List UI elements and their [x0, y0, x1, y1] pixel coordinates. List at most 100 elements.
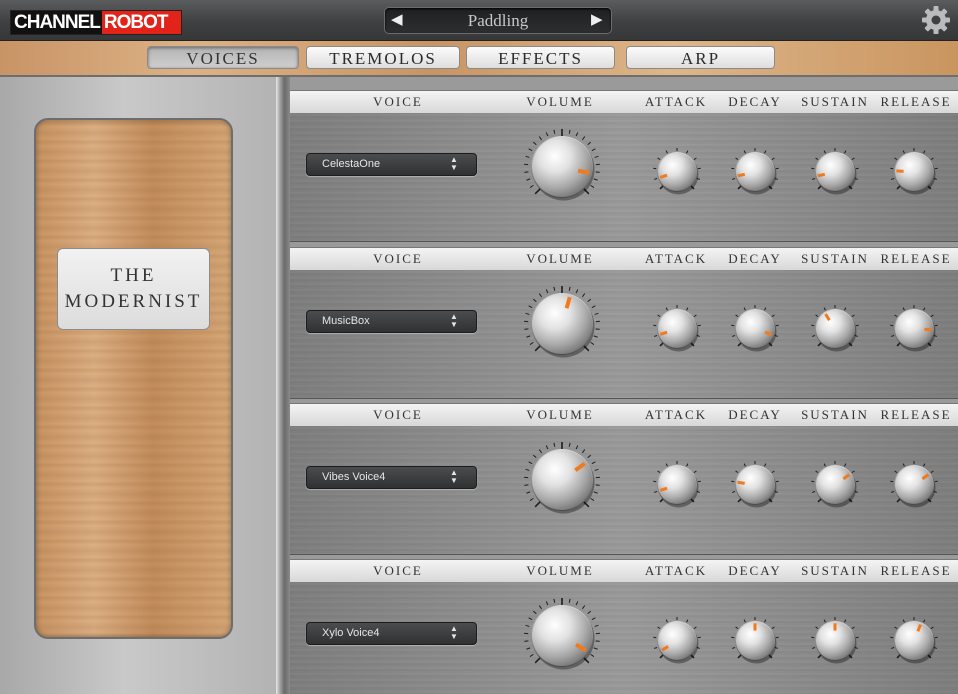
knob-tick: [528, 461, 533, 465]
row-header: VOICE VOLUME ATTACK DECAY SUSTAIN RELEAS…: [290, 247, 958, 271]
knob-tick: [654, 647, 658, 649]
header-volume: VOLUME: [526, 407, 594, 422]
knob-tick: [657, 626, 661, 630]
preset-next-arrow-icon[interactable]: ▶: [591, 10, 603, 30]
knob-tick: [665, 463, 668, 467]
knob-face: [816, 153, 854, 191]
knob-tick: [568, 598, 571, 603]
voice-select[interactable]: CelestaOne ▲ ▼: [306, 153, 477, 176]
knob-tick: [654, 491, 658, 493]
decay-knob[interactable]: [727, 144, 783, 200]
knob-tick: [594, 155, 599, 158]
knob-indicator: [764, 330, 773, 336]
sustain-knob[interactable]: [807, 613, 863, 669]
knob-tick: [894, 626, 898, 630]
knob-tick: [545, 289, 549, 294]
sustain-knob[interactable]: [807, 457, 863, 513]
voice-select[interactable]: Xylo Voice4 ▲ ▼: [306, 622, 477, 645]
knob-tick: [812, 178, 816, 180]
knob-tick: [593, 178, 598, 181]
knob-tick: [524, 171, 529, 173]
header-voice: VOICE: [373, 407, 423, 422]
gear-icon[interactable]: [921, 5, 951, 35]
knob-tick: [594, 624, 599, 627]
release-knob[interactable]: [886, 613, 942, 669]
release-knob[interactable]: [886, 301, 942, 357]
tab-tremolos[interactable]: TREMOLOS: [306, 46, 460, 69]
attack-knob[interactable]: [649, 301, 705, 357]
header-attack: ATTACK: [644, 251, 708, 266]
release-knob[interactable]: [886, 457, 942, 513]
header-release: RELEASE: [880, 251, 952, 266]
knob-face: [532, 137, 592, 197]
knob-tick: [532, 454, 537, 459]
knob-tick: [851, 314, 855, 318]
voice-select[interactable]: Vibes Voice4 ▲ ▼: [306, 466, 477, 489]
knob-tick: [534, 657, 541, 664]
knob-tick: [894, 157, 898, 161]
header-decay: DECAY: [728, 251, 782, 266]
knob-tick: [930, 470, 934, 474]
logo-text-channel: CHANNEL: [11, 11, 102, 34]
knob-tick: [590, 497, 595, 501]
knob-tick: [528, 305, 533, 309]
volume-knob[interactable]: [520, 125, 604, 209]
knob-tick: [851, 626, 855, 630]
knob-tick: [525, 155, 530, 158]
voice-select-value: Vibes Voice4: [322, 471, 386, 483]
knob-tick: [529, 653, 534, 657]
knob-tick: [654, 178, 658, 180]
knob-tick: [743, 307, 746, 311]
knob-tick: [575, 289, 579, 294]
sustain-knob[interactable]: [807, 144, 863, 200]
knob-tick: [581, 136, 586, 141]
knob-tick: [591, 617, 596, 621]
volume-knob[interactable]: [520, 438, 604, 522]
voice-select-value: CelestaOne: [322, 158, 381, 170]
knob-tick: [587, 454, 592, 459]
release-knob[interactable]: [886, 144, 942, 200]
preset-name[interactable]: Paddling: [415, 10, 581, 31]
knob-tick: [815, 314, 819, 318]
volume-knob[interactable]: [520, 282, 604, 366]
knob-tick: [732, 491, 736, 493]
preset-selector[interactable]: ◀ Paddling ▶: [384, 7, 612, 34]
knob-face: [532, 294, 592, 354]
decay-knob[interactable]: [727, 613, 783, 669]
attack-knob[interactable]: [649, 144, 705, 200]
tab-effects[interactable]: EFFECTS: [466, 46, 615, 69]
knob-tick: [735, 314, 739, 318]
knob-tick: [593, 491, 598, 494]
voice-select-value: MusicBox: [322, 315, 370, 327]
knob-tick: [693, 470, 697, 474]
instrument-name-line1: THE: [110, 265, 157, 286]
preset-prev-arrow-icon[interactable]: ◀: [391, 10, 403, 30]
header-sustain: SUSTAIN: [801, 563, 869, 578]
knob-tick: [844, 463, 847, 467]
knob-tick: [930, 626, 934, 630]
tab-arp[interactable]: ARP: [626, 46, 775, 69]
sustain-knob[interactable]: [807, 301, 863, 357]
knob-indicator: [659, 173, 668, 179]
knob-tick: [771, 157, 775, 161]
knob-tick: [686, 619, 689, 623]
decay-knob[interactable]: [727, 457, 783, 513]
knob-tick: [735, 470, 739, 474]
header-release: RELEASE: [880, 407, 952, 422]
knob-tick: [823, 619, 826, 623]
volume-knob[interactable]: [520, 594, 604, 678]
knob-tick: [732, 335, 736, 337]
knob-tick: [902, 619, 905, 623]
knob-tick: [581, 605, 586, 610]
attack-knob[interactable]: [649, 457, 705, 513]
knob-tick: [815, 470, 819, 474]
knob-tick: [693, 626, 697, 630]
tab-voices[interactable]: VOICES: [147, 46, 299, 69]
attack-knob[interactable]: [649, 613, 705, 669]
knob-tick: [812, 647, 816, 649]
updown-arrows-icon: ▲ ▼: [450, 312, 458, 329]
knob-tick: [590, 341, 595, 345]
voice-select[interactable]: MusicBox ▲ ▼: [306, 310, 477, 333]
decay-knob[interactable]: [727, 301, 783, 357]
knob-tick: [844, 150, 847, 154]
